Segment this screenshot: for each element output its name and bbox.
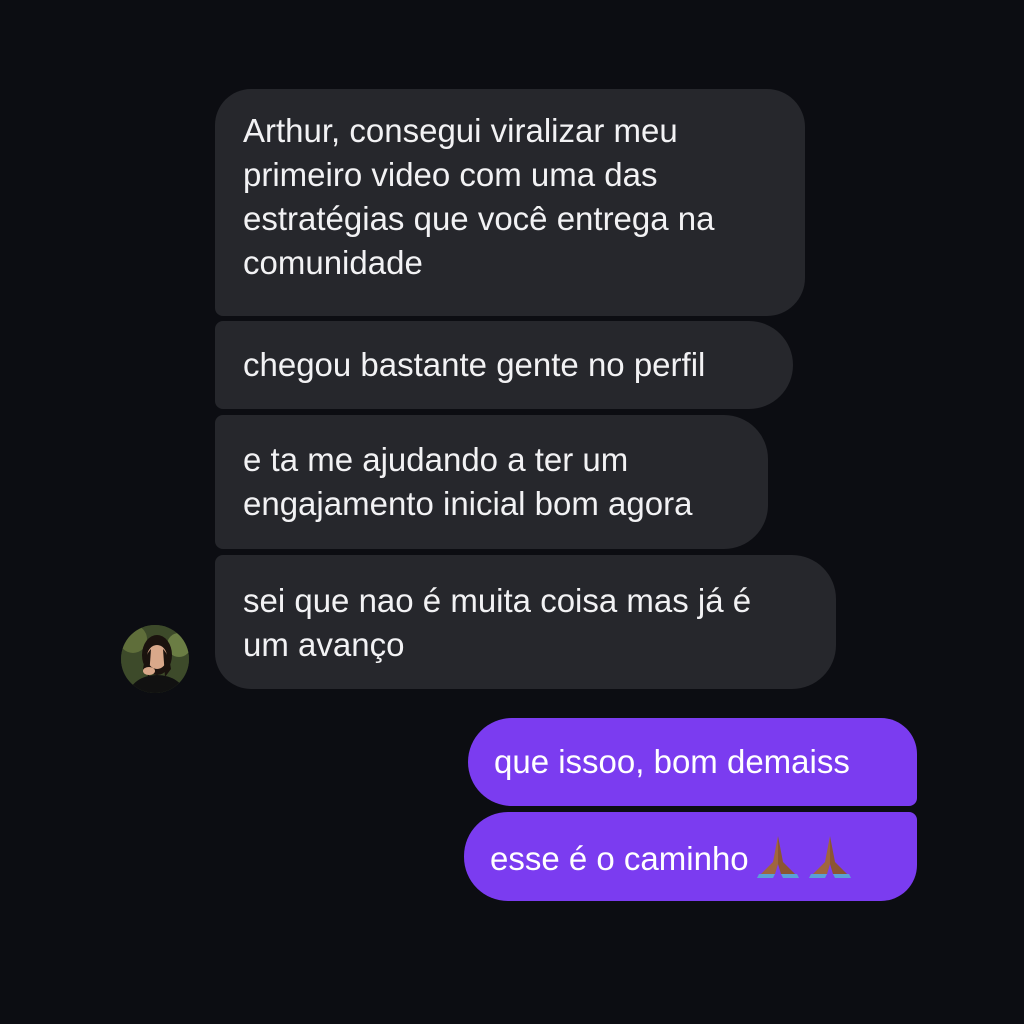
message-text-line: estratégias que você entrega na bbox=[243, 200, 715, 237]
message-text-line: comunidade bbox=[243, 244, 423, 281]
message-text-line: que issoo, bom demaiss bbox=[494, 743, 850, 780]
received-message[interactable]: Arthur, consegui viralizar meu primeiro … bbox=[215, 89, 805, 316]
message-text-line: engajamento inicial bom agora bbox=[243, 485, 693, 522]
message-text-line: um avanço bbox=[243, 626, 405, 663]
message-text-line: chegou bastante gente no perfil bbox=[243, 346, 706, 383]
avatar-image bbox=[121, 625, 189, 693]
received-message[interactable]: chegou bastante gente no perfil bbox=[215, 321, 793, 409]
praying-hands-icon bbox=[807, 834, 853, 889]
sent-message[interactable]: que issoo, bom demaiss bbox=[468, 718, 917, 806]
received-message[interactable]: sei que nao é muita coisa mas já é um av… bbox=[215, 555, 836, 689]
message-text-line: e ta me ajudando a ter um bbox=[243, 441, 629, 478]
message-text-line: esse é o caminho bbox=[490, 840, 749, 878]
praying-hands-icon bbox=[755, 834, 801, 889]
message-text-line: primeiro video com uma das bbox=[243, 156, 658, 193]
avatar[interactable] bbox=[121, 625, 189, 693]
received-message[interactable]: e ta me ajudando a ter um engajamento in… bbox=[215, 415, 768, 549]
sent-message[interactable]: esse é o caminho bbox=[464, 812, 917, 901]
message-text-line: Arthur, consegui viralizar meu bbox=[243, 112, 678, 149]
message-text-line: sei que nao é muita coisa mas já é bbox=[243, 582, 752, 619]
